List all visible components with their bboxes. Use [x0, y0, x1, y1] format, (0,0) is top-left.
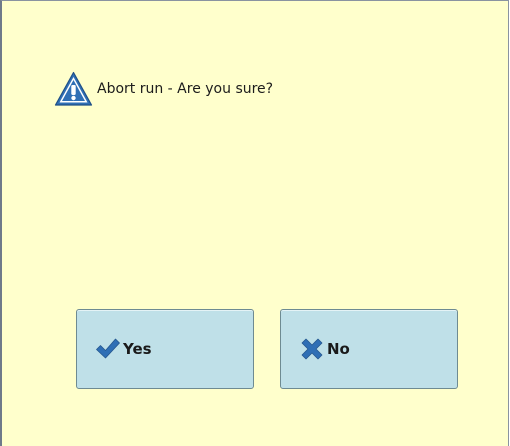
message-row: Abort run - Are you sure? — [54, 69, 273, 109]
no-button-label: No — [327, 340, 350, 358]
no-button[interactable]: No — [280, 309, 458, 389]
close-icon — [301, 338, 323, 360]
checkmark-icon — [96, 338, 120, 359]
yes-button-label: Yes — [123, 340, 152, 358]
abort-confirm-dialog: Abort run - Are you sure? Yes No — [0, 0, 509, 446]
warning-icon — [54, 71, 93, 106]
dialog-message: Abort run - Are you sure? — [97, 81, 274, 97]
yes-button[interactable]: Yes — [76, 309, 254, 389]
